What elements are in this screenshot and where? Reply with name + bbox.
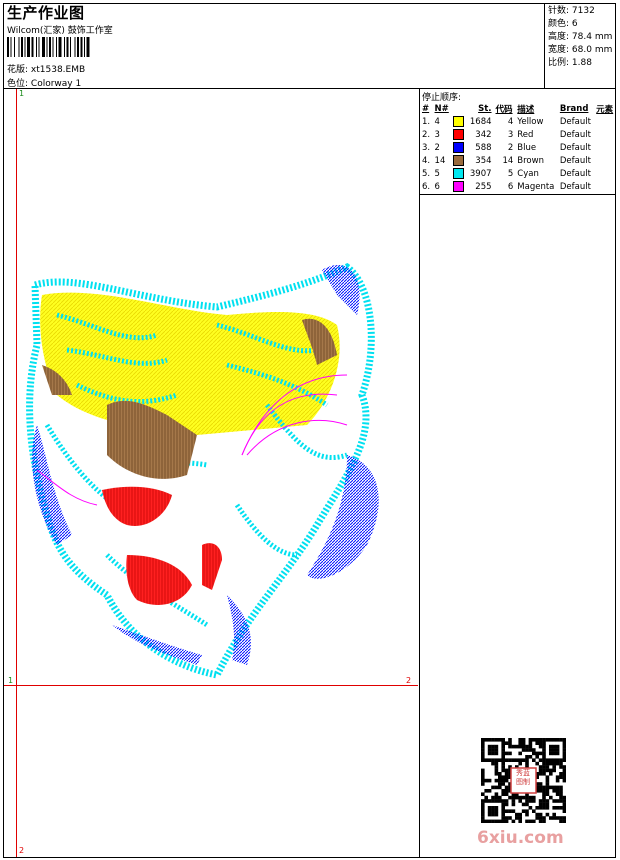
row-needle: 4 (434, 116, 440, 127)
row-stitches: 354 (475, 155, 492, 166)
marker-left: 1 (8, 676, 14, 685)
thread-row: 4. 14 354 14 Brown Default (420, 154, 616, 167)
row-swatch (451, 128, 467, 141)
tiger-embroidery-artwork (26, 262, 379, 679)
stats-panel: 针数: 7132 颜色: 6 高度: 78.4 mm 宽度: 68.0 mm 比… (548, 5, 612, 70)
header-divider (3, 88, 616, 89)
stat-height: 高度: 78.4 mm (548, 32, 613, 42)
thread-row: 1. 4 1684 4 Yellow Default (420, 115, 616, 128)
color-swatch (453, 181, 465, 192)
row-element (594, 154, 616, 167)
row-brand: Default (559, 155, 591, 166)
row-element (594, 128, 616, 141)
col-swatch (451, 102, 467, 115)
row-swatch (451, 154, 467, 167)
thread-row: 6. 6 255 6 Magenta Default (420, 180, 616, 193)
row-swatch (451, 115, 467, 128)
row-needle: 5 (434, 168, 440, 179)
thread-table: # N# St. 代码 描述 Brand 元素 1. 4 1684 4 Yellow De… (420, 102, 616, 193)
color-swatch (453, 142, 465, 153)
row-index: 2. (422, 129, 431, 140)
colorway-row: 色位: Colorway 1 (7, 76, 81, 89)
color-swatch (453, 155, 465, 166)
row-index: 3. (422, 142, 431, 153)
row-swatch (451, 141, 467, 154)
col-brand: Brand (559, 103, 589, 114)
barcode (7, 37, 90, 57)
row-brand: Default (559, 168, 591, 179)
row-stitches: 1684 (469, 116, 492, 127)
row-index: 1. (422, 116, 431, 127)
row-swatch (451, 180, 467, 193)
row-code: 14 (502, 155, 514, 166)
color-swatch (453, 129, 465, 140)
row-code: 2 (507, 142, 514, 153)
row-element (594, 180, 616, 193)
row-desc: Red (517, 129, 534, 140)
row-stitches: 255 (475, 181, 492, 192)
colorway-value: Colorway 1 (30, 79, 82, 89)
row-brand: Default (559, 181, 591, 192)
design-label: 花版: (7, 65, 29, 75)
row-desc: Cyan (517, 168, 539, 179)
row-stitches: 3907 (469, 168, 492, 179)
watermark: 6xiu.com (477, 828, 564, 848)
col-index: # (422, 103, 430, 114)
col-needle: N# (434, 103, 449, 114)
company-name: Wilcom(汇家) 鼓饰工作室 (7, 26, 113, 36)
marker-top: 1 (19, 89, 25, 98)
row-code: 5 (507, 168, 514, 179)
thread-row: 2. 3 342 3 Red Default (420, 128, 616, 141)
row-needle: 2 (434, 142, 440, 153)
marker-bottom: 2 (19, 846, 25, 855)
color-swatch (453, 116, 465, 127)
colorway-label: 色位: (7, 79, 29, 89)
row-index: 6. (422, 181, 431, 192)
page-title: 生产作业图 (7, 4, 85, 22)
thread-row: 3. 2 588 2 Blue Default (420, 141, 616, 154)
row-code: 4 (507, 116, 514, 127)
row-swatch (451, 167, 467, 180)
row-desc: Yellow (517, 116, 544, 127)
row-brand: Default (559, 116, 591, 127)
thread-table-header: # N# St. 代码 描述 Brand 元素 (420, 102, 616, 115)
stat-width: 宽度: 68.0 mm (548, 45, 613, 55)
qr-stamp: 秀蓝 图制 (516, 769, 530, 786)
row-needle: 6 (434, 181, 440, 192)
row-index: 4. (422, 155, 431, 166)
stat-colors: 颜色: 6 (548, 19, 578, 29)
row-stitches: 588 (475, 142, 492, 153)
frame-bottom (3, 857, 616, 858)
thread-row: 5. 5 3907 5 Cyan Default (420, 167, 616, 180)
col-element: 元素 (596, 104, 614, 115)
row-brand: Default (559, 142, 591, 153)
row-brand: Default (559, 129, 591, 140)
table-divider (419, 194, 616, 195)
col-desc: 描述 (517, 104, 535, 115)
row-desc: Magenta (517, 181, 555, 192)
stats-divider (544, 3, 545, 89)
row-desc: Blue (517, 142, 537, 153)
row-stitches: 342 (475, 129, 492, 140)
frame-left (3, 3, 4, 858)
color-swatch (453, 168, 465, 179)
col-code: 代码 (495, 104, 513, 115)
row-needle: 3 (434, 129, 440, 140)
design-file: xt1538.EMB (30, 65, 86, 75)
guide-horizontal (4, 685, 418, 686)
row-code: 6 (507, 181, 514, 192)
frame-top (3, 3, 616, 4)
row-element (594, 167, 616, 180)
panel-divider (419, 88, 420, 858)
row-element (594, 141, 616, 154)
row-code: 3 (507, 129, 514, 140)
stat-stitches: 针数: 7132 (548, 6, 595, 16)
stat-scale: 比例: 1.88 (548, 58, 592, 68)
row-element (594, 115, 616, 128)
row-desc: Brown (517, 155, 544, 166)
col-stitches: St. (478, 103, 492, 114)
design-row: 花版: xt1538.EMB (7, 62, 85, 75)
row-needle: 14 (434, 155, 446, 166)
row-index: 5. (422, 168, 431, 179)
